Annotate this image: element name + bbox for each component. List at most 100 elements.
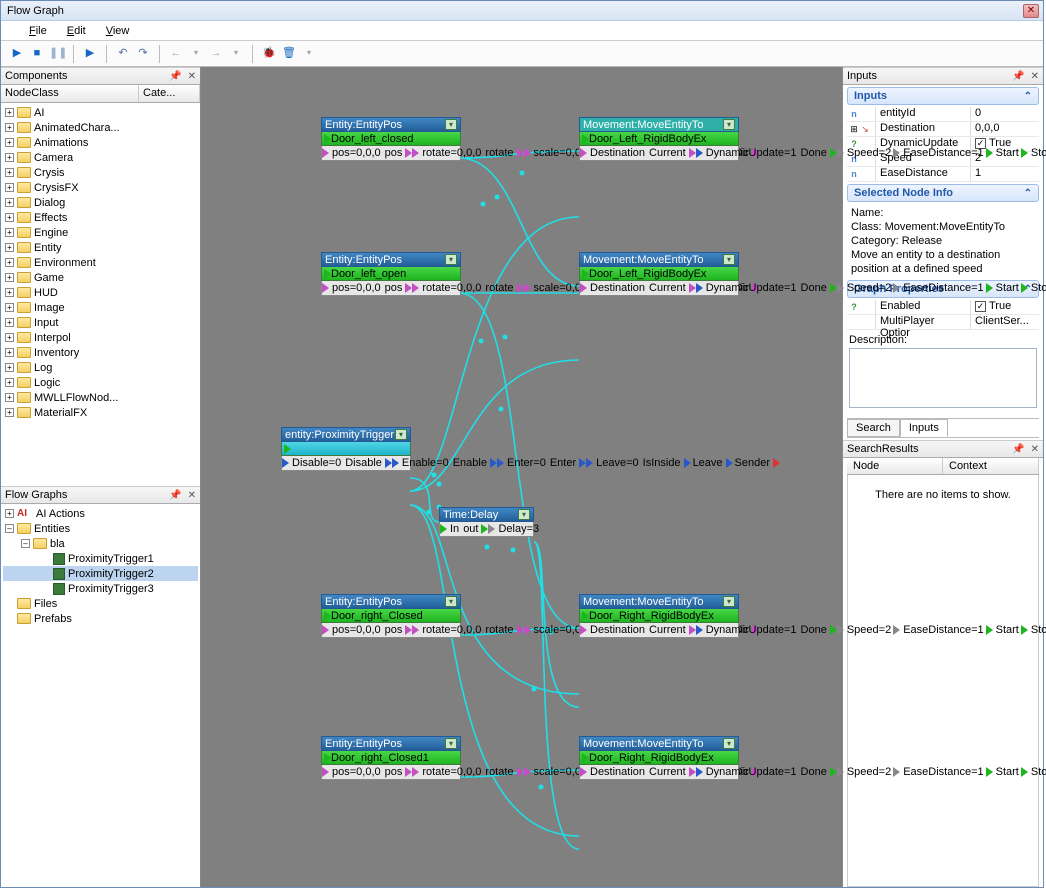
node-entity[interactable]: Door_right_Closed xyxy=(321,609,461,623)
port-in[interactable] xyxy=(837,767,844,777)
tree-item[interactable]: Engine xyxy=(3,225,198,240)
tree-item-bla[interactable]: bla xyxy=(3,536,198,551)
pin-icon[interactable]: 📌 xyxy=(169,490,181,501)
node-header[interactable]: Entity:EntityPos▾ xyxy=(321,117,461,132)
chevron-down-icon[interactable]: ▾ xyxy=(723,254,735,265)
expand-icon[interactable] xyxy=(5,168,14,177)
tree-item[interactable]: Entity xyxy=(3,240,198,255)
port-in[interactable] xyxy=(524,283,531,293)
tree-item[interactable]: Camera xyxy=(3,150,198,165)
tab-inputs[interactable]: Inputs xyxy=(900,419,948,437)
prop-value[interactable]: 1 xyxy=(971,167,1039,181)
port-in[interactable] xyxy=(1021,283,1028,293)
port-in[interactable] xyxy=(837,625,844,635)
tab-search[interactable]: Search xyxy=(847,419,900,437)
port-in[interactable] xyxy=(582,611,589,621)
tree-item[interactable]: AnimatedChara... xyxy=(3,120,198,135)
tree-item[interactable]: Inventory xyxy=(3,345,198,360)
collapse-icon[interactable] xyxy=(21,539,30,548)
tree-item[interactable]: Game xyxy=(3,270,198,285)
property-row[interactable]: ?Enabled✓True xyxy=(847,300,1039,315)
port-out[interactable] xyxy=(830,767,837,777)
tree-item[interactable]: CrysisFX xyxy=(3,180,198,195)
chevron-down-icon[interactable]: ▾ xyxy=(445,596,457,607)
node-header[interactable]: Entity:EntityPos▾ xyxy=(321,252,461,267)
node-entity[interactable] xyxy=(281,442,411,456)
col-node[interactable]: Node xyxy=(847,458,943,474)
tree-item[interactable]: Crysis xyxy=(3,165,198,180)
graph-node[interactable]: Entity:EntityPos▾Door_left_closedpos=0,0… xyxy=(321,117,461,161)
port-out[interactable] xyxy=(490,458,497,468)
node-entity[interactable]: Door_Right_RigidBodyEx xyxy=(579,609,739,623)
port-in[interactable] xyxy=(893,767,900,777)
fwd-icon[interactable]: → xyxy=(208,46,224,62)
expand-icon[interactable] xyxy=(5,393,14,402)
port-in[interactable] xyxy=(322,767,329,777)
expand-icon[interactable] xyxy=(5,509,14,518)
port-out[interactable] xyxy=(684,458,691,468)
col-nodeclass[interactable]: NodeClass xyxy=(1,85,139,102)
expand-icon[interactable] xyxy=(5,258,14,267)
port-out[interactable] xyxy=(579,458,586,468)
tree-item-prefabs[interactable]: Prefabs xyxy=(3,611,198,626)
port-out[interactable] xyxy=(689,625,696,635)
expand-icon[interactable] xyxy=(5,153,14,162)
expand-icon[interactable] xyxy=(5,348,14,357)
port-in[interactable] xyxy=(586,458,593,468)
close-icon[interactable]: ✕ xyxy=(1025,444,1039,455)
tree-item[interactable]: Dialog xyxy=(3,195,198,210)
port-in[interactable] xyxy=(986,767,993,777)
titlebar[interactable]: Flow Graph ✕ xyxy=(1,1,1043,21)
expand-icon[interactable] xyxy=(5,243,14,252)
pin-icon[interactable]: 📌 xyxy=(1012,444,1024,455)
description-field[interactable] xyxy=(849,348,1037,408)
port-in[interactable] xyxy=(497,458,504,468)
port-in[interactable] xyxy=(582,753,589,763)
undo-icon[interactable]: ↶ xyxy=(115,46,131,62)
graph-node[interactable]: Entity:EntityPos▾Door_left_openpos=0,0,0… xyxy=(321,252,461,296)
port-in[interactable] xyxy=(986,283,993,293)
prop-value[interactable]: ✓True xyxy=(971,300,1039,314)
tree-item[interactable]: Image xyxy=(3,300,198,315)
tree-item-prox1[interactable]: ProximityTrigger1 xyxy=(3,551,198,566)
port-out[interactable] xyxy=(405,148,412,158)
port-in[interactable] xyxy=(893,625,900,635)
port-in[interactable] xyxy=(322,148,329,158)
prop-value[interactable]: 0 xyxy=(971,107,1039,121)
port-out[interactable] xyxy=(517,148,524,158)
expand-icon[interactable] xyxy=(5,273,14,282)
chevron-up-icon[interactable]: ⌃ xyxy=(1024,91,1032,102)
expand-icon[interactable] xyxy=(5,123,14,132)
node-header[interactable]: Movement:MoveEntityTo▾ xyxy=(579,117,739,132)
node-entity[interactable]: Door_right_Closed1 xyxy=(321,751,461,765)
back-icon[interactable]: ← xyxy=(168,46,184,62)
graph-node[interactable]: Movement:MoveEntityTo▾Door_Right_RigidBo… xyxy=(579,594,739,638)
graph-node[interactable]: Entity:EntityPos▾Door_right_Closed1pos=0… xyxy=(321,736,461,780)
flowgraphs-panel-title[interactable]: Flow Graphs 📌 ✕ xyxy=(1,486,200,504)
node-header[interactable]: Movement:MoveEntityTo▾ xyxy=(579,736,739,751)
port-out[interactable] xyxy=(726,458,733,468)
chevron-down-icon[interactable]: ▾ xyxy=(723,119,735,130)
port-out[interactable] xyxy=(830,283,837,293)
port-out[interactable] xyxy=(517,283,524,293)
port-in[interactable] xyxy=(488,524,495,534)
port-in[interactable] xyxy=(412,283,419,293)
graph-node[interactable]: Movement:MoveEntityTo▾Door_Left_RigidBod… xyxy=(579,117,739,161)
port-in[interactable] xyxy=(322,283,329,293)
expand-icon[interactable] xyxy=(5,108,14,117)
chevron-down-icon[interactable]: ▾ xyxy=(518,509,530,520)
searchresults-panel-title[interactable]: SearchResults 📌 ✕ xyxy=(843,440,1043,458)
property-row[interactable]: nentityId0 xyxy=(847,107,1039,122)
port-in[interactable] xyxy=(1021,148,1028,158)
port-in[interactable] xyxy=(324,753,331,763)
more-icon[interactable]: ▾ xyxy=(301,46,317,62)
tree-item[interactable]: Log xyxy=(3,360,198,375)
tree-item-entities[interactable]: Entities xyxy=(3,521,198,536)
graph-node[interactable]: Movement:MoveEntityTo▾Door_Left_RigidBod… xyxy=(579,252,739,296)
components-tree[interactable]: AIAnimatedChara...AnimationsCameraCrysis… xyxy=(1,103,200,486)
inputs-section-head[interactable]: Inputs ⌃ xyxy=(847,87,1039,105)
expand-icon[interactable] xyxy=(5,303,14,312)
port-in[interactable] xyxy=(696,625,703,635)
searchresults-header[interactable]: Node Context xyxy=(847,458,1039,475)
chevron-down-icon[interactable]: ▾ xyxy=(445,738,457,749)
